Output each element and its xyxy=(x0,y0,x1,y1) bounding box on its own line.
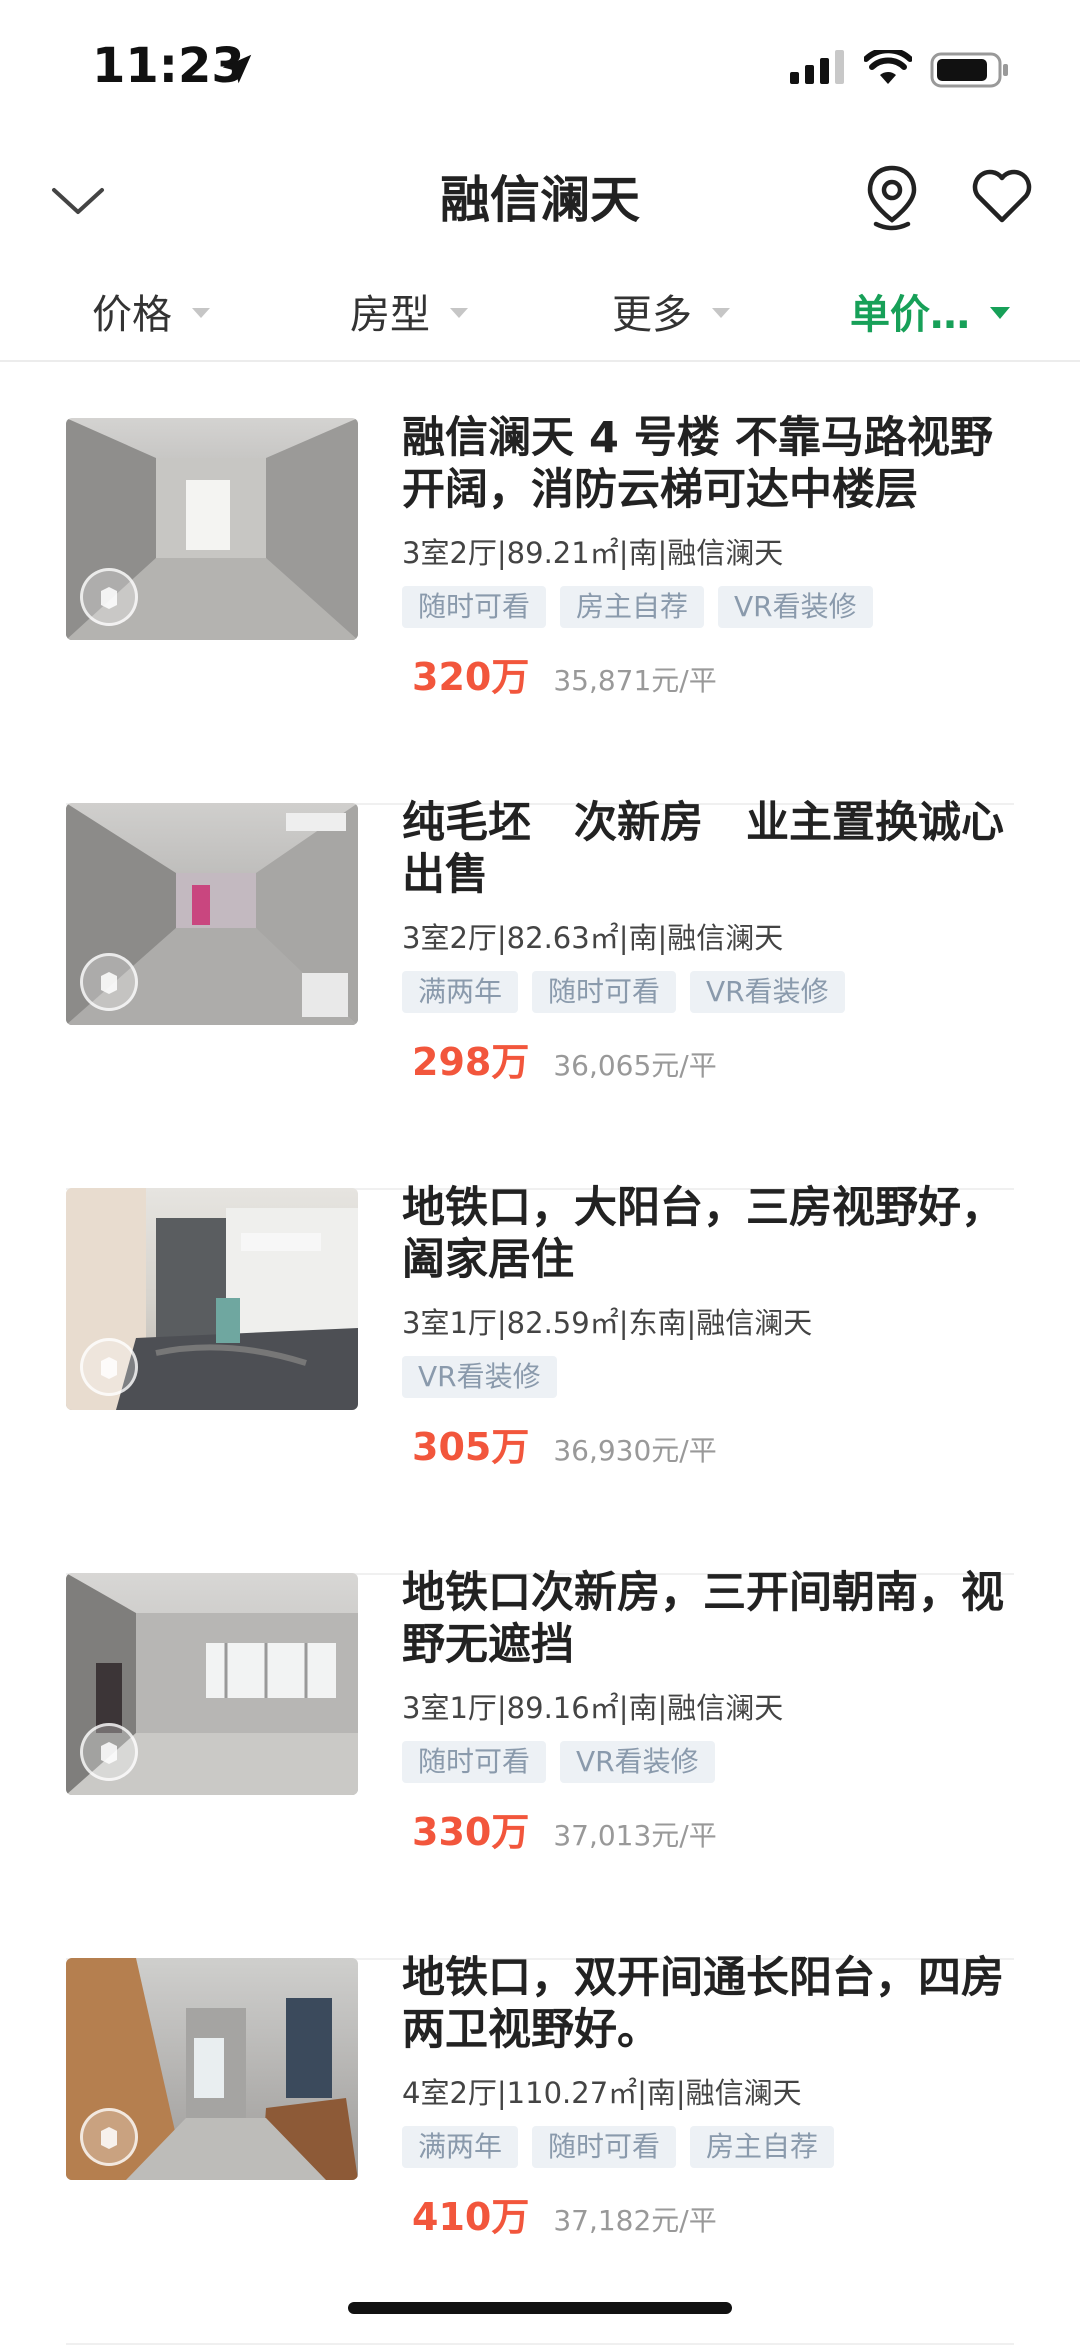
price-row: 330万 37,013元/平 xyxy=(402,1801,1014,1856)
listing-photo[interactable] xyxy=(66,1573,358,1795)
listing-meta: 3室2厅|82.63㎡|南|融信澜天 xyxy=(402,921,784,955)
filter-label: 更多 xyxy=(612,292,692,338)
tag: 满两年 xyxy=(402,2126,519,2168)
listing-photo[interactable] xyxy=(66,1958,358,2180)
nav-bar: 融信澜天 xyxy=(0,140,1080,250)
listing-info: 地铁口次新房，三开间朝南，视野无遮挡 3室1厅|89.16㎡|南|融信澜天 随时… xyxy=(402,1568,1014,1856)
caret-down-icon xyxy=(450,308,468,318)
filter-more[interactable]: 更多 xyxy=(612,282,730,340)
listing-card[interactable]: 融信澜天 4 号楼 不靠马路视野开阔，消防云梯可达中楼层 3室2厅|89.21㎡… xyxy=(66,413,1014,805)
location-arrow-icon xyxy=(222,54,252,84)
filter-label: 单价… xyxy=(850,292,970,338)
tag: VR看装修 xyxy=(690,971,845,1013)
tag: 满两年 xyxy=(402,971,519,1013)
listing-card[interactable]: 地铁口次新房，三开间朝南，视野无遮挡 3室1厅|89.16㎡|南|融信澜天 随时… xyxy=(66,1568,1014,1960)
filter-price[interactable]: 价格 xyxy=(92,282,210,340)
signal-icon xyxy=(790,50,844,84)
unit-price: 35,871元/平 xyxy=(553,664,717,697)
tag: VR看装修 xyxy=(402,1356,557,1398)
caret-down-icon xyxy=(712,308,730,318)
listing-title: 地铁口，双开间通长阳台，四房两卫视野好。 xyxy=(402,1953,1004,2055)
tag: 随时可看 xyxy=(532,2126,677,2168)
vr-panorama-icon xyxy=(80,2108,138,2166)
tag-list: VR看装修 xyxy=(402,1356,1014,1398)
listing-meta: 3室1厅|89.16㎡|南|融信澜天 xyxy=(402,1691,784,1725)
caret-down-icon xyxy=(192,308,210,318)
listing-card[interactable]: 地铁口，双开间通长阳台，四房两卫视野好。 4室2厅|110.27㎡|南|融信澜天… xyxy=(66,1953,1014,2345)
price-row: 305万 36,930元/平 xyxy=(402,1416,1014,1471)
price-row: 410万 37,182元/平 xyxy=(402,2186,1014,2241)
listing-meta: 3室2厅|89.21㎡|南|融信澜天 xyxy=(402,536,784,570)
vr-panorama-icon xyxy=(80,1338,138,1396)
home-indicator[interactable] xyxy=(348,2302,732,2314)
listing-meta: 4室2厅|110.27㎡|南|融信澜天 xyxy=(402,2076,802,2110)
price-row: 320万 35,871元/平 xyxy=(402,646,1014,701)
tag: 随时可看 xyxy=(402,586,547,628)
heart-icon[interactable] xyxy=(970,164,1034,228)
unit-price: 37,013元/平 xyxy=(553,1819,717,1852)
vr-panorama-icon xyxy=(80,568,138,626)
tag: VR看装修 xyxy=(560,1741,715,1783)
total-price: 305万 xyxy=(412,1425,530,1469)
listing-photo[interactable] xyxy=(66,1188,358,1410)
vr-panorama-icon xyxy=(80,953,138,1011)
tag: 随时可看 xyxy=(402,1741,547,1783)
listing-info: 地铁口，大阳台，三房视野好，阖家居住 3室1厅|82.59㎡|东南|融信澜天 V… xyxy=(402,1183,1014,1471)
tag: VR看装修 xyxy=(718,586,873,628)
total-price: 320万 xyxy=(412,655,530,699)
filter-layout[interactable]: 房型 xyxy=(350,282,468,340)
listing-card[interactable]: 纯毛坯 次新房 业主置换诚心出售 3室2厅|82.63㎡|南|融信澜天 满两年 … xyxy=(66,798,1014,1190)
vr-panorama-icon xyxy=(80,1723,138,1781)
filter-bar: 价格 房型 更多 单价… xyxy=(0,262,1080,362)
tag-list: 随时可看 房主自荐 VR看装修 xyxy=(402,586,1014,628)
listing-title: 地铁口，大阳台，三房视野好，阖家居住 xyxy=(402,1183,1004,1285)
map-pin-icon[interactable] xyxy=(862,162,922,232)
listing-info: 融信澜天 4 号楼 不靠马路视野开阔，消防云梯可达中楼层 3室2厅|89.21㎡… xyxy=(402,413,1014,701)
wifi-icon xyxy=(864,50,912,84)
status-bar: 11:23 xyxy=(0,0,1080,140)
unit-price: 36,065元/平 xyxy=(553,1049,717,1082)
listing-photo[interactable] xyxy=(66,418,358,640)
listing-info: 纯毛坯 次新房 业主置换诚心出售 3室2厅|82.63㎡|南|融信澜天 满两年 … xyxy=(402,798,1014,1086)
unit-price: 37,182元/平 xyxy=(553,2204,717,2237)
price-row: 298万 36,065元/平 xyxy=(402,1031,1014,1086)
filter-label: 房型 xyxy=(350,292,430,338)
tag-list: 随时可看 VR看装修 xyxy=(402,1741,1014,1783)
unit-price: 36,930元/平 xyxy=(553,1434,717,1467)
total-price: 410万 xyxy=(412,2195,530,2239)
listing-card[interactable]: 地铁口，大阳台，三房视野好，阖家居住 3室1厅|82.59㎡|东南|融信澜天 V… xyxy=(66,1183,1014,1575)
listing-meta: 3室1厅|82.59㎡|东南|融信澜天 xyxy=(402,1306,813,1340)
tag-list: 满两年 随时可看 房主自荐 xyxy=(402,2126,1014,2168)
filter-unit-price[interactable]: 单价… xyxy=(850,282,1010,340)
tag: 随时可看 xyxy=(532,971,677,1013)
filter-label: 价格 xyxy=(92,292,172,338)
tag: 房主自荐 xyxy=(690,2126,835,2168)
tag: 房主自荐 xyxy=(560,586,705,628)
battery-icon xyxy=(930,52,1008,88)
listing-title: 纯毛坯 次新房 业主置换诚心出售 xyxy=(402,798,1004,900)
listing-photo[interactable] xyxy=(66,803,358,1025)
listing-info: 地铁口，双开间通长阳台，四房两卫视野好。 4室2厅|110.27㎡|南|融信澜天… xyxy=(402,1953,1014,2241)
caret-down-icon xyxy=(990,307,1010,319)
tag-list: 满两年 随时可看 VR看装修 xyxy=(402,971,1014,1013)
total-price: 298万 xyxy=(412,1040,530,1084)
listing-title: 融信澜天 4 号楼 不靠马路视野开阔，消防云梯可达中楼层 xyxy=(402,413,993,515)
total-price: 330万 xyxy=(412,1810,530,1854)
listing-title: 地铁口次新房，三开间朝南，视野无遮挡 xyxy=(402,1568,1004,1670)
